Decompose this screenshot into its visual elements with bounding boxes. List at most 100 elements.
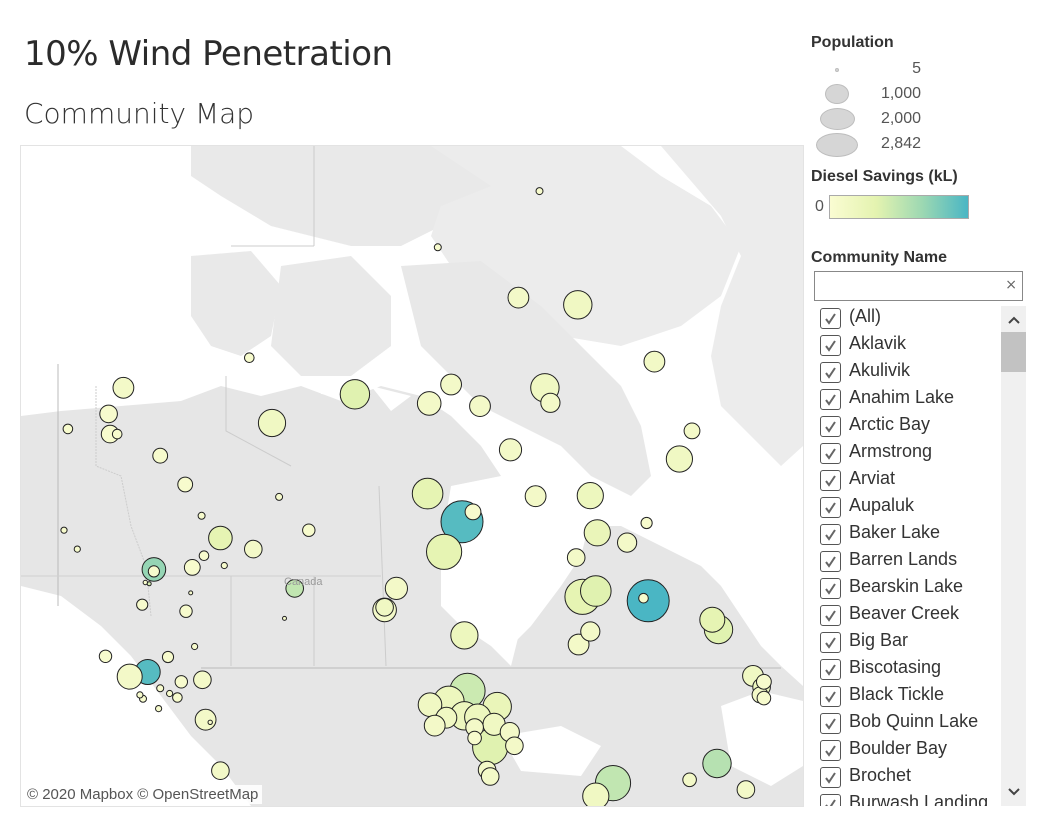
checkbox-checked-icon[interactable] <box>820 578 841 599</box>
community-checkbox-item[interactable]: Aklavik <box>814 333 1000 360</box>
community-bubble[interactable] <box>112 376 135 399</box>
community-bubble[interactable] <box>640 516 653 530</box>
community-bubble[interactable] <box>433 243 442 252</box>
community-bubble[interactable] <box>375 598 394 617</box>
community-bubble[interactable] <box>582 782 610 806</box>
community-bubble[interactable] <box>699 606 726 633</box>
community-bubble[interactable] <box>282 615 287 621</box>
community-bubble[interactable] <box>480 767 500 786</box>
community-bubble[interactable] <box>440 373 463 396</box>
community-bubble[interactable] <box>384 576 408 600</box>
community-bubble[interactable] <box>257 408 287 438</box>
checkbox-checked-icon[interactable] <box>820 524 841 545</box>
community-bubble[interactable] <box>156 684 165 693</box>
community-bubble[interactable] <box>99 404 118 424</box>
community-checkbox-item[interactable]: Burwash Landing <box>814 792 1000 806</box>
community-checkbox-item[interactable]: Arviat <box>814 468 1000 495</box>
community-bubble[interactable] <box>197 511 206 520</box>
community-bubble[interactable] <box>702 748 732 779</box>
community-bubble[interactable] <box>626 579 670 623</box>
community-bubble[interactable] <box>339 379 371 410</box>
community-bubble[interactable] <box>198 550 210 562</box>
community-bubble[interactable] <box>183 559 201 576</box>
scroll-up-icon[interactable] <box>1001 308 1026 332</box>
community-bubble[interactable] <box>683 422 701 440</box>
community-bubble[interactable] <box>566 548 586 567</box>
community-checkbox-item[interactable]: Aupaluk <box>814 495 1000 522</box>
community-bubble[interactable] <box>136 598 149 611</box>
checkbox-checked-icon[interactable] <box>820 605 841 626</box>
map-canvas[interactable] <box>21 146 803 806</box>
checkbox-checked-icon[interactable] <box>820 389 841 410</box>
community-bubble[interactable] <box>736 780 756 799</box>
community-bubble[interactable] <box>416 391 442 416</box>
scroll-down-icon[interactable] <box>1001 780 1026 804</box>
community-checkbox-item[interactable]: Arctic Bay <box>814 414 1000 441</box>
community-checkbox-list[interactable]: (All) Aklavik Akulivik Anahim Lake Arctic Ba… <box>814 306 1000 806</box>
community-bubble[interactable] <box>147 565 160 578</box>
community-bubble[interactable] <box>111 428 123 440</box>
community-bubble[interactable] <box>220 561 228 570</box>
checkbox-checked-icon[interactable] <box>820 551 841 572</box>
community-checkbox-item[interactable]: Black Tickle <box>814 684 1000 711</box>
community-bubble[interactable] <box>208 525 233 551</box>
community-checkbox-item[interactable]: Big Bar <box>814 630 1000 657</box>
checkbox-checked-icon[interactable] <box>820 470 841 491</box>
community-bubble[interactable] <box>756 690 772 706</box>
community-bubble[interactable] <box>98 649 113 663</box>
checkbox-checked-icon[interactable] <box>820 686 841 707</box>
community-bubble[interactable] <box>146 581 152 587</box>
community-bubble[interactable] <box>524 485 547 508</box>
community-bubble[interactable] <box>166 689 174 698</box>
community-bubble[interactable] <box>467 730 482 746</box>
community-search-input[interactable] <box>818 276 1002 298</box>
checkbox-checked-icon[interactable] <box>820 659 841 680</box>
community-bubble[interactable] <box>563 290 593 320</box>
community-checkbox-item[interactable]: Brochet <box>814 765 1000 792</box>
community-bubble[interactable] <box>194 708 217 731</box>
community-bubble[interactable] <box>583 519 611 547</box>
community-bubble[interactable] <box>73 545 81 553</box>
community-checkbox-item[interactable]: Barren Lands <box>814 549 1000 576</box>
community-bubble[interactable] <box>580 575 612 607</box>
community-map[interactable]: Canada © 2020 Mapbox © OpenStreetMap <box>20 145 804 807</box>
community-bubble[interactable] <box>275 492 284 501</box>
community-bubble[interactable] <box>580 621 601 642</box>
community-bubble[interactable] <box>152 447 169 464</box>
clear-search-icon[interactable]: × <box>1005 277 1017 293</box>
community-bubble[interactable] <box>302 523 316 537</box>
community-checkbox-item[interactable]: Anahim Lake <box>814 387 1000 414</box>
community-bubble[interactable] <box>682 772 697 788</box>
community-bubble[interactable] <box>638 592 649 604</box>
community-bubble[interactable] <box>244 539 263 559</box>
checkbox-checked-icon[interactable] <box>820 443 841 464</box>
checkbox-checked-icon[interactable] <box>820 794 841 806</box>
community-bubble[interactable] <box>136 691 144 699</box>
community-bubble[interactable] <box>244 352 255 363</box>
community-bubble[interactable] <box>464 503 482 521</box>
community-checkbox-item[interactable]: Baker Lake <box>814 522 1000 549</box>
community-bubble[interactable] <box>450 621 479 650</box>
community-bubble[interactable] <box>756 673 772 690</box>
community-search[interactable]: × <box>814 271 1023 301</box>
checkbox-checked-icon[interactable] <box>820 416 841 437</box>
community-bubble[interactable] <box>62 423 74 435</box>
community-checkbox-item[interactable]: Boulder Bay <box>814 738 1000 765</box>
community-bubble[interactable] <box>469 395 491 418</box>
community-bubble[interactable] <box>505 736 524 756</box>
community-checkbox-item[interactable]: (All) <box>814 306 1000 333</box>
community-bubble[interactable] <box>188 590 194 596</box>
community-bubble[interactable] <box>617 532 638 553</box>
community-checkbox-item[interactable]: Akulivik <box>814 360 1000 387</box>
community-bubble[interactable] <box>498 438 523 462</box>
list-scrollbar[interactable] <box>1001 306 1026 806</box>
checkbox-checked-icon[interactable] <box>820 308 841 329</box>
community-bubble[interactable] <box>643 350 666 373</box>
scrollbar-thumb[interactable] <box>1001 332 1026 372</box>
community-bubble[interactable] <box>535 187 544 196</box>
checkbox-checked-icon[interactable] <box>820 497 841 518</box>
checkbox-checked-icon[interactable] <box>820 335 841 356</box>
community-bubble[interactable] <box>179 604 193 618</box>
community-bubble[interactable] <box>665 445 694 473</box>
community-bubble[interactable] <box>211 761 230 781</box>
